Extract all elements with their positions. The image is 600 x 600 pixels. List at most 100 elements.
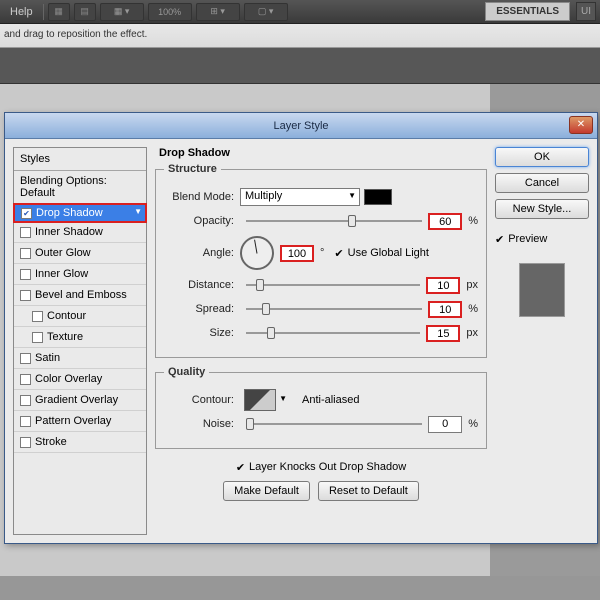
dialog-titlebar[interactable]: Layer Style ✕ <box>5 113 597 139</box>
style-checkbox[interactable] <box>20 227 31 238</box>
style-item-blending-options-default[interactable]: Blending Options: Default <box>14 171 146 204</box>
style-checkbox[interactable] <box>20 269 31 280</box>
reset-default-button[interactable]: Reset to Default <box>318 481 419 501</box>
style-checkbox[interactable] <box>20 290 31 301</box>
style-label: Inner Shadow <box>35 226 103 238</box>
noise-label: Noise: <box>164 418 240 430</box>
style-label: Gradient Overlay <box>35 394 118 406</box>
toolbar-dropdown-2[interactable]: ⊞ ▾ <box>196 3 240 21</box>
style-label: Pattern Overlay <box>35 415 111 427</box>
ok-button[interactable]: OK <box>495 147 589 167</box>
style-label: Drop Shadow <box>36 207 103 219</box>
angle-unit: ° <box>320 247 324 259</box>
opacity-unit: % <box>468 215 478 227</box>
contour-picker[interactable] <box>244 389 276 411</box>
structure-legend: Structure <box>164 163 221 175</box>
toolbar-icon-1[interactable]: ▦ <box>48 3 70 21</box>
style-item-color-overlay[interactable]: Color Overlay <box>14 369 146 390</box>
toolbar-icon-2[interactable]: ▤ <box>74 3 96 21</box>
style-item-gradient-overlay[interactable]: Gradient Overlay <box>14 390 146 411</box>
noise-unit: % <box>468 418 478 430</box>
style-checkbox[interactable] <box>20 395 31 406</box>
styles-header[interactable]: Styles <box>14 148 146 171</box>
style-item-outer-glow[interactable]: Outer Glow <box>14 243 146 264</box>
distance-slider[interactable] <box>246 278 420 292</box>
spread-unit: % <box>468 303 478 315</box>
distance-input[interactable]: 10 <box>426 277 460 294</box>
knocks-checkbox[interactable]: ✔ <box>236 461 245 474</box>
blend-mode-label: Blend Mode: <box>164 191 240 203</box>
spread-label: Spread: <box>164 303 240 315</box>
style-item-inner-shadow[interactable]: Inner Shadow <box>14 222 146 243</box>
zoom-dropdown[interactable]: 100% <box>148 3 192 21</box>
toolbar-dropdown-1[interactable]: ▦ ▾ <box>100 3 144 21</box>
blend-mode-select[interactable]: Multiply <box>240 188 360 206</box>
style-item-inner-glow[interactable]: Inner Glow <box>14 264 146 285</box>
preview-swatch <box>519 263 565 317</box>
dialog-buttons: OK Cancel New Style... ✔ Preview <box>495 147 589 535</box>
style-item-satin[interactable]: Satin <box>14 348 146 369</box>
quality-legend: Quality <box>164 366 209 378</box>
noise-input[interactable]: 0 <box>428 416 462 433</box>
style-checkbox[interactable] <box>20 353 31 364</box>
style-label: Contour <box>47 310 86 322</box>
toolbar-dropdown-3[interactable]: ▢ ▾ <box>244 3 288 21</box>
style-label: Inner Glow <box>35 268 88 280</box>
angle-label: Angle: <box>164 247 240 259</box>
style-item-bevel-and-emboss[interactable]: Bevel and Emboss <box>14 285 146 306</box>
settings-panel: Drop Shadow Structure Blend Mode: Multip… <box>155 147 487 535</box>
style-label: Texture <box>47 331 83 343</box>
size-input[interactable]: 15 <box>426 325 460 342</box>
opacity-label: Opacity: <box>164 215 240 227</box>
spread-slider[interactable] <box>246 302 422 316</box>
workspace-other[interactable]: UI <box>576 2 596 21</box>
distance-label: Distance: <box>164 279 240 291</box>
preview-label: Preview <box>508 233 547 245</box>
noise-slider[interactable] <box>246 417 422 431</box>
style-item-stroke[interactable]: Stroke <box>14 432 146 453</box>
opacity-input[interactable]: 60 <box>428 213 462 230</box>
help-menu[interactable]: Help <box>4 4 39 20</box>
distance-unit: px <box>466 279 478 291</box>
style-checkbox[interactable] <box>32 311 43 322</box>
layer-style-dialog: Layer Style ✕ Styles Blending Options: D… <box>4 112 598 544</box>
style-checkbox[interactable] <box>20 416 31 427</box>
style-item-drop-shadow[interactable]: ✔ Drop Shadow <box>14 204 146 222</box>
style-checkbox[interactable] <box>32 332 43 343</box>
style-item-texture[interactable]: Texture <box>14 327 146 348</box>
style-item-pattern-overlay[interactable]: Pattern Overlay <box>14 411 146 432</box>
style-label: Outer Glow <box>35 247 91 259</box>
make-default-button[interactable]: Make Default <box>223 481 310 501</box>
knocks-label: Layer Knocks Out Drop Shadow <box>249 461 406 473</box>
new-style-button[interactable]: New Style... <box>495 199 589 219</box>
dialog-title: Layer Style <box>273 120 328 132</box>
style-checkbox[interactable] <box>20 437 31 448</box>
use-global-label: Use Global Light <box>348 247 429 259</box>
spread-input[interactable]: 10 <box>428 301 462 318</box>
opacity-slider[interactable] <box>246 214 422 228</box>
style-item-contour[interactable]: Contour <box>14 306 146 327</box>
angle-input[interactable]: 100 <box>280 245 314 262</box>
size-label: Size: <box>164 327 240 339</box>
close-icon[interactable]: ✕ <box>569 116 593 134</box>
style-checkbox[interactable] <box>20 248 31 259</box>
cancel-button[interactable]: Cancel <box>495 173 589 193</box>
angle-wheel[interactable] <box>240 236 274 270</box>
size-slider[interactable] <box>246 326 420 340</box>
app-toolbar: Help ▦ ▤ ▦ ▾ 100% ⊞ ▾ ▢ ▾ ESSENTIALS UI <box>0 0 600 24</box>
preview-checkbox[interactable]: ✔ <box>495 233 504 246</box>
style-label: Satin <box>35 352 60 364</box>
contour-label: Contour: <box>164 394 240 406</box>
color-swatch[interactable] <box>364 189 392 205</box>
use-global-checkbox[interactable]: ✔ <box>334 247 343 260</box>
style-label: Color Overlay <box>35 373 102 385</box>
style-checkbox[interactable] <box>20 374 31 385</box>
structure-group: Structure Blend Mode: Multiply Opacity: … <box>155 163 487 358</box>
workspace-essentials[interactable]: ESSENTIALS <box>485 2 570 21</box>
bottom-bar <box>0 576 600 600</box>
size-unit: px <box>466 327 478 339</box>
styles-list: Styles Blending Options: Default ✔ Drop Sh… <box>13 147 147 535</box>
style-label: Stroke <box>35 436 67 448</box>
divider <box>43 4 44 20</box>
style-checkbox[interactable]: ✔ <box>21 208 32 219</box>
